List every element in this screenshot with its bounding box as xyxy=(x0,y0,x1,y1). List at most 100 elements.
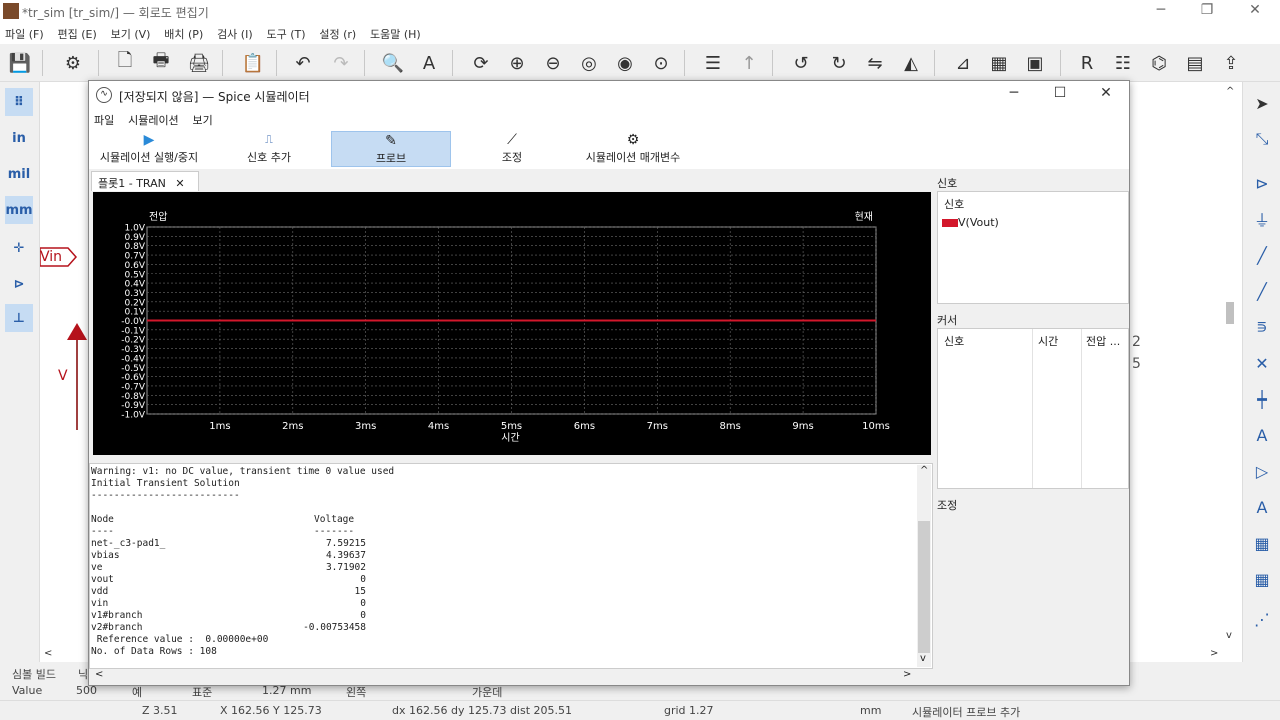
print-icon[interactable]: 🖶 xyxy=(148,50,174,76)
add-hier-label-icon[interactable]: A xyxy=(1249,494,1275,520)
canvas-vscroll-thumb[interactable] xyxy=(1226,302,1234,324)
cursor-col-signal[interactable]: 신호 xyxy=(944,333,964,349)
sim-maximize-icon[interactable]: ☐ xyxy=(1037,85,1083,105)
menu-view[interactable]: 보기 (V) xyxy=(106,24,156,44)
zoom-objects-icon[interactable]: ◉ xyxy=(612,50,638,76)
find-icon[interactable]: 🔍 xyxy=(380,50,406,76)
leave-sheet-icon[interactable]: ↑ xyxy=(736,50,762,76)
menu-edit[interactable]: 편집 (E) xyxy=(52,24,101,44)
add-wire-icon[interactable]: ╱ xyxy=(1249,242,1275,268)
probe-label: 프로브 xyxy=(375,152,407,165)
import-sheet-pin-icon[interactable]: ▦ xyxy=(1249,566,1275,592)
sim-close-icon[interactable]: ✕ xyxy=(1083,85,1129,105)
menu-help[interactable]: 도움말 (H) xyxy=(365,24,426,44)
sim-menu-file[interactable]: 파일 xyxy=(89,109,119,128)
undo-icon[interactable]: ↶ xyxy=(290,50,316,76)
console-vscroll[interactable]: ^ v xyxy=(917,465,931,667)
signal-item-vout[interactable]: V(Vout) xyxy=(942,216,999,229)
sim-menu-view[interactable]: 보기 xyxy=(188,109,218,128)
restore-icon[interactable]: ❐ xyxy=(1184,2,1230,22)
zoom-out-icon[interactable]: ⊖ xyxy=(540,50,566,76)
transient-plot[interactable]: 1ms 2ms 3ms 4ms 5ms 6ms 7ms 8ms 9ms 10ms1.0V0.9V0… xyxy=(93,192,931,455)
save-icon[interactable]: 💾 xyxy=(7,50,33,76)
add-global-label-icon[interactable]: ▷ xyxy=(1249,458,1275,484)
mirror-vertical-icon[interactable]: ⇋ xyxy=(862,50,888,76)
netlist-icon[interactable]: ⌬ xyxy=(1146,50,1172,76)
paste-icon[interactable]: 📋 xyxy=(240,50,266,76)
scroll-down-icon[interactable]: v xyxy=(920,653,926,664)
menu-place[interactable]: 배치 (P) xyxy=(159,24,208,44)
add-line-icon[interactable]: ⋰ xyxy=(1249,606,1275,632)
canvas-scroll-left-icon[interactable]: < xyxy=(44,648,52,659)
close-tab-icon[interactable]: ✕ xyxy=(175,177,184,190)
menu-inspect[interactable]: 검사 (I) xyxy=(212,24,258,44)
find-replace-icon[interactable]: A xyxy=(416,50,442,76)
bus-entry-icon[interactable]: ⋾ xyxy=(1249,314,1275,340)
add-symbol-icon[interactable]: ⊳ xyxy=(1249,170,1275,196)
menu-file[interactable]: 파일 (F) xyxy=(0,24,49,44)
menu-preferences[interactable]: 설정 (r) xyxy=(314,24,361,44)
menu-tools[interactable]: 도구 (T) xyxy=(261,24,310,44)
units-inch-icon[interactable]: in xyxy=(5,124,33,152)
close-icon[interactable]: ✕ xyxy=(1232,2,1278,22)
bom-icon[interactable]: ⇪ xyxy=(1218,50,1244,76)
rotate-cw-icon[interactable]: ↻ xyxy=(826,50,852,76)
scroll-up-icon[interactable]: ^ xyxy=(920,465,928,476)
y2-axis-label: 현재 xyxy=(855,211,873,223)
canvas-scroll-up-icon[interactable]: ^ xyxy=(1226,86,1234,97)
log-node-value: 3.71902 xyxy=(325,562,366,573)
right-toolbar: ➤ ⤡ ⊳ ⏚ ╱ ╱ ⋾ ✕ ┿ A ▷ A ▦ ▦ ⋰ xyxy=(1242,82,1280,662)
rotate-ccw-icon[interactable]: ↺ xyxy=(788,50,814,76)
console-hscroll[interactable]: < > xyxy=(89,669,933,683)
mirror-horizontal-icon[interactable]: ◭ xyxy=(898,50,924,76)
units-mm-icon[interactable]: mm xyxy=(5,196,33,224)
sim-minimize-icon[interactable]: ─ xyxy=(991,85,1037,105)
add-junction-icon[interactable]: ┿ xyxy=(1249,386,1275,412)
add-power-icon[interactable]: ⏚ xyxy=(1249,206,1275,232)
plot-icon[interactable]: 🖨 xyxy=(186,50,212,76)
minimize-icon[interactable]: ─ xyxy=(1138,2,1184,22)
zoom-in-icon[interactable]: ⊕ xyxy=(504,50,530,76)
scroll-left-icon[interactable]: < xyxy=(95,669,103,680)
cursor-shape-icon[interactable]: ✛ xyxy=(5,234,33,262)
plot-area[interactable]: 1ms 2ms 3ms 4ms 5ms 6ms 7ms 8ms 9ms 10ms 1.0V 0.9V 0… xyxy=(93,192,931,455)
run-stop-button[interactable]: ▶ 시뮬레이션 실행/중지 xyxy=(89,131,209,167)
canvas-scroll-right-icon[interactable]: > xyxy=(1210,648,1218,659)
select-icon[interactable]: ➤ xyxy=(1249,90,1275,116)
redo-icon[interactable]: ↷ xyxy=(328,50,354,76)
add-bus-icon[interactable]: ╱ xyxy=(1249,278,1275,304)
refresh-icon[interactable]: ⟳ xyxy=(468,50,494,76)
grid-toggle-icon[interactable]: ⠿ xyxy=(5,88,33,116)
cursor-col-time[interactable]: 시간 xyxy=(1038,333,1058,349)
add-sheet-icon[interactable]: ▦ xyxy=(1249,530,1275,556)
wire-angle-icon[interactable]: ⊥ xyxy=(5,304,33,332)
tab-plot1[interactable]: 플롯1 - TRAN ✕ xyxy=(91,171,199,191)
canvas-scroll-down-icon[interactable]: v xyxy=(1226,630,1232,641)
hidden-pins-icon[interactable]: ⊳ xyxy=(5,270,33,298)
units-mil-icon[interactable]: mil xyxy=(5,160,33,188)
no-connect-icon[interactable]: ✕ xyxy=(1249,350,1275,376)
log-node-value: -0.00753458 xyxy=(303,622,366,633)
symbol-editor-icon[interactable]: ⊿ xyxy=(950,50,976,76)
annotate-icon[interactable]: R xyxy=(1074,50,1100,76)
zoom-fit-icon[interactable]: ◎ xyxy=(576,50,602,76)
zoom-selection-icon[interactable]: ⊙ xyxy=(648,50,674,76)
sim-parameters-button[interactable]: ⚙ 시뮬레이션 매개변수 xyxy=(571,131,695,167)
symbol-browser-icon[interactable]: ▦ xyxy=(986,50,1012,76)
page-settings-icon[interactable]: 🗋 xyxy=(112,50,138,76)
hierarchy-navigator-icon[interactable]: ☰ xyxy=(700,50,726,76)
tune-button[interactable]: ⟋ 조정 xyxy=(487,131,537,167)
erc-icon[interactable]: ☷ xyxy=(1110,50,1136,76)
cursor-col-voltage[interactable]: 전압 ... xyxy=(1086,333,1120,349)
status-grid: grid 1.27 xyxy=(664,704,714,717)
schematic-setup-icon[interactable]: ⚙ xyxy=(60,50,86,76)
console-vscroll-thumb[interactable] xyxy=(918,521,930,653)
assign-footprints-icon[interactable]: ▤ xyxy=(1182,50,1208,76)
add-label-icon[interactable]: A xyxy=(1249,422,1275,448)
footprint-editor-icon[interactable]: ▣ xyxy=(1022,50,1048,76)
probe-button[interactable]: ✎ 프로브 xyxy=(331,131,451,167)
highlight-net-icon[interactable]: ⤡ xyxy=(1249,126,1275,152)
sim-menu-simulation[interactable]: 시뮬레이션 xyxy=(123,109,184,128)
add-signal-button[interactable]: ⎍ 신호 추가 xyxy=(237,131,301,167)
scroll-right-icon[interactable]: > xyxy=(903,669,911,680)
